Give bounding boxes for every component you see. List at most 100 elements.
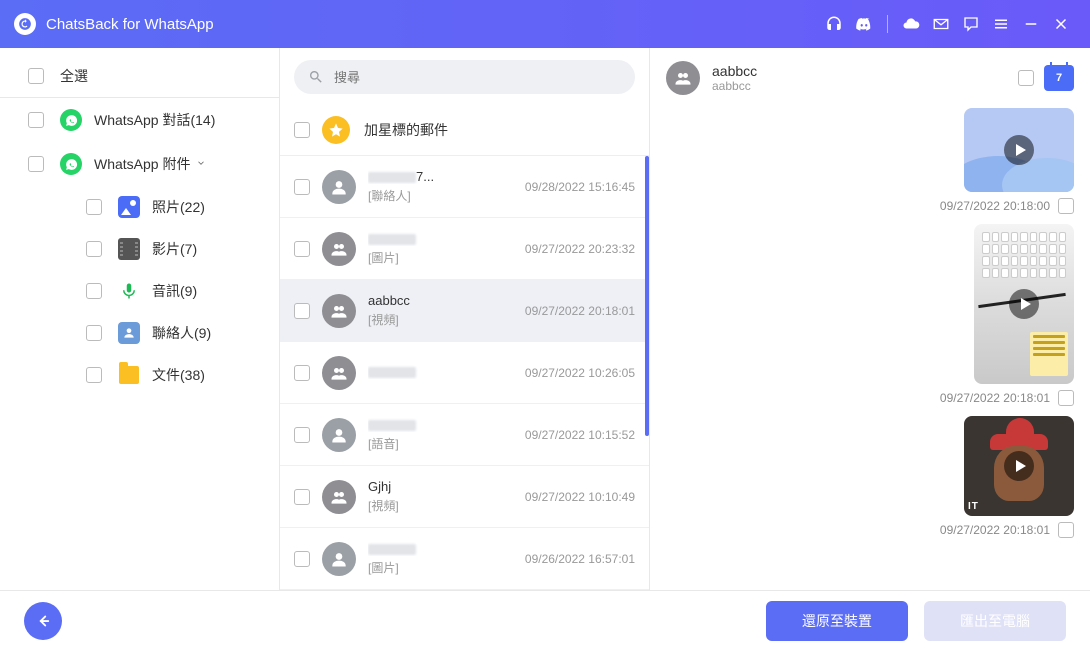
files-label: 文件(38) <box>152 365 205 385</box>
chevron-down-icon <box>196 155 206 173</box>
play-icon <box>1004 135 1034 165</box>
message-list[interactable]: 09/27/2022 20:18:0009/27/2022 20:18:01IT… <box>650 108 1090 590</box>
search-input[interactable] <box>334 70 621 85</box>
back-button[interactable] <box>24 602 62 640</box>
attachments-label: WhatsApp 附件 <box>94 154 190 174</box>
mail-icon[interactable] <box>926 9 956 39</box>
chat-checkbox[interactable] <box>294 489 310 505</box>
close-icon[interactable] <box>1046 9 1076 39</box>
sidebar-contacts[interactable]: 聯絡人(9) <box>58 312 279 354</box>
bottom-bar: 還原至裝置 匯出至電腦 <box>0 590 1090 650</box>
audio-icon <box>118 280 140 302</box>
feedback-icon[interactable] <box>956 9 986 39</box>
chat-timestamp: 09/27/2022 20:23:32 <box>525 242 635 256</box>
calendar-icon[interactable]: 7 <box>1044 65 1074 91</box>
chat-item[interactable]: aabbcc[視頻]09/27/2022 20:18:01 <box>280 280 649 342</box>
sidebar-whatsapp-attachments[interactable]: WhatsApp 附件 <box>0 142 279 186</box>
group-avatar-icon <box>322 480 356 514</box>
video-thumbnail[interactable] <box>974 224 1074 384</box>
detail-header-checkbox[interactable] <box>1018 70 1034 86</box>
starred-label: 加星標的郵件 <box>364 120 448 140</box>
message-timestamp: 09/27/2022 20:18:01 <box>940 391 1050 405</box>
search-icon <box>308 69 324 85</box>
video-thumbnail[interactable] <box>964 108 1074 192</box>
chat-name: 7... <box>368 169 517 184</box>
chat-checkbox[interactable] <box>294 427 310 443</box>
chat-checkbox[interactable] <box>294 551 310 567</box>
cloud-icon[interactable] <box>896 9 926 39</box>
sidebar-files[interactable]: 文件(38) <box>58 354 279 396</box>
titlebar-separator <box>887 15 888 33</box>
videos-label: 影片(7) <box>152 239 197 259</box>
chat-type: [圖片] <box>368 249 517 266</box>
files-checkbox[interactable] <box>86 367 102 383</box>
sidebar-whatsapp-chats[interactable]: WhatsApp 對話(14) <box>0 98 279 142</box>
message-checkbox[interactable] <box>1058 390 1074 406</box>
chat-item[interactable]: 7...[聯絡人]09/28/2022 15:16:45 <box>280 156 649 218</box>
photo-icon <box>118 196 140 218</box>
chat-timestamp: 09/27/2022 10:15:52 <box>525 428 635 442</box>
chats-checkbox[interactable] <box>28 112 44 128</box>
attachments-checkbox[interactable] <box>28 156 44 172</box>
starred-row[interactable]: 加星標的郵件 <box>280 104 649 156</box>
message-checkbox[interactable] <box>1058 198 1074 214</box>
chat-type: [聯絡人] <box>368 187 517 204</box>
scrollbar-thumb[interactable] <box>645 156 649 436</box>
play-icon <box>1009 289 1039 319</box>
sidebar-photos[interactable]: 照片(22) <box>58 186 279 228</box>
group-avatar-icon <box>322 294 356 328</box>
chat-checkbox[interactable] <box>294 179 310 195</box>
sidebar-videos[interactable]: 影片(7) <box>58 228 279 270</box>
play-icon <box>1004 451 1034 481</box>
chat-checkbox[interactable] <box>294 365 310 381</box>
gif-thumbnail[interactable]: IT <box>964 416 1074 516</box>
star-icon <box>322 116 350 144</box>
chat-name: aabbcc <box>368 293 517 308</box>
chat-checkbox[interactable] <box>294 303 310 319</box>
sidebar: 全選 WhatsApp 對話(14) WhatsApp 附件 照片(22) 影片… <box>0 48 280 590</box>
select-all-label: 全選 <box>60 66 88 86</box>
detail-name: aabbcc <box>712 63 757 79</box>
headset-icon[interactable] <box>819 9 849 39</box>
search-box[interactable] <box>294 60 635 94</box>
contacts-checkbox[interactable] <box>86 325 102 341</box>
chats-label: WhatsApp 對話(14) <box>94 110 215 130</box>
chat-checkbox[interactable] <box>294 241 310 257</box>
chat-timestamp: 09/27/2022 20:18:01 <box>525 304 635 318</box>
chat-timestamp: 09/27/2022 10:10:49 <box>525 490 635 504</box>
discord-icon[interactable] <box>849 9 879 39</box>
restore-button[interactable]: 還原至裝置 <box>766 601 908 641</box>
chat-item[interactable]: Gjhj [視頻] 09/27/2022 10:10:49 <box>280 466 649 528</box>
export-button[interactable]: 匯出至電腦 <box>924 601 1066 641</box>
chat-list-column: 加星標的郵件 7...[聯絡人]09/28/2022 15:16:45[圖片]0… <box>280 48 650 590</box>
contact-icon <box>118 322 140 344</box>
chat-name <box>368 541 517 556</box>
titlebar: ChatsBack for WhatsApp <box>0 0 1090 48</box>
minimize-icon[interactable] <box>1016 9 1046 39</box>
chat-timestamp: 09/26/2022 16:57:01 <box>525 552 635 566</box>
menu-icon[interactable] <box>986 9 1016 39</box>
chat-item[interactable]: 09/27/2022 10:26:05 <box>280 342 649 404</box>
chat-name: Gjhj <box>368 479 517 494</box>
audio-checkbox[interactable] <box>86 283 102 299</box>
chat-type: [圖片] <box>368 559 517 576</box>
person-avatar-icon <box>322 170 356 204</box>
gif-tag: IT <box>968 501 979 512</box>
message: IT09/27/2022 20:18:01 <box>666 416 1074 538</box>
select-all-checkbox[interactable] <box>28 68 44 84</box>
app-title: ChatsBack for WhatsApp <box>46 16 214 33</box>
chat-type: [視頻] <box>368 497 517 514</box>
chat-list[interactable]: 7...[聯絡人]09/28/2022 15:16:45[圖片]09/27/20… <box>280 156 649 590</box>
photos-checkbox[interactable] <box>86 199 102 215</box>
chat-item[interactable]: [圖片] 09/27/2022 20:23:32 <box>280 218 649 280</box>
sidebar-audio[interactable]: 音訊(9) <box>58 270 279 312</box>
message-checkbox[interactable] <box>1058 522 1074 538</box>
starred-checkbox[interactable] <box>294 122 310 138</box>
chat-item[interactable]: [圖片] 09/26/2022 16:57:01 <box>280 528 649 590</box>
sidebar-select-all[interactable]: 全選 <box>0 54 279 98</box>
chat-timestamp: 09/27/2022 10:26:05 <box>525 366 635 380</box>
videos-checkbox[interactable] <box>86 241 102 257</box>
detail-column: aabbcc aabbcc 7 09/27/2022 20:18:0009/27… <box>650 48 1090 590</box>
chat-item[interactable]: [語音]09/27/2022 10:15:52 <box>280 404 649 466</box>
whatsapp-icon <box>60 109 82 131</box>
